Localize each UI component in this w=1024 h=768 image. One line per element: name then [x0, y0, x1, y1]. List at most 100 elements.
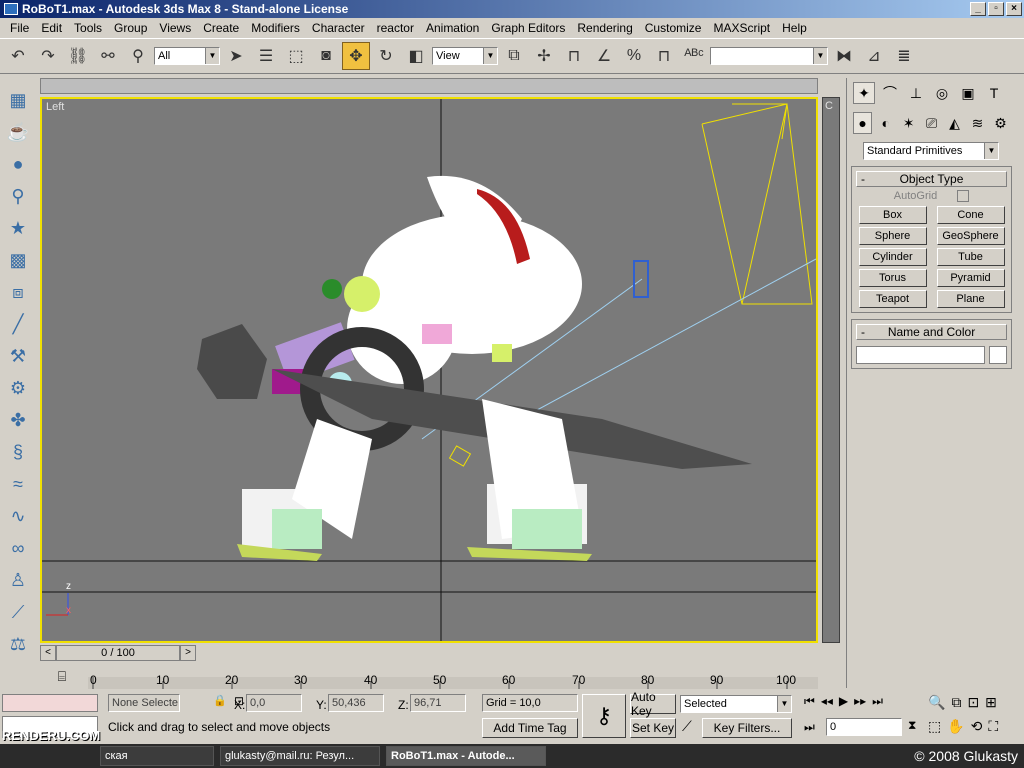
taskbar-item[interactable]: ская [100, 746, 214, 766]
autogrid-checkbox[interactable] [957, 190, 970, 202]
viewport-camera-partial[interactable]: C [822, 97, 840, 643]
taskbar-item-mail[interactable]: glukasty@mail.ru: Резул... [220, 746, 380, 766]
spring-tab-icon[interactable]: § [4, 438, 32, 466]
teapot-tab-icon[interactable]: ☕ [4, 118, 32, 146]
menu-customize[interactable]: Customize [639, 21, 708, 35]
objects-tab-icon[interactable]: ▦ [4, 86, 32, 114]
menu-help[interactable]: Help [776, 21, 813, 35]
torus-button[interactable]: Torus [858, 269, 927, 287]
biped-tab-icon[interactable]: ♙ [4, 566, 32, 594]
zoom-extents-icon[interactable]: ⊡ [967, 694, 979, 711]
set-key-icon[interactable]: ⚷ [582, 694, 626, 738]
fan-tab-icon[interactable]: ✤ [4, 406, 32, 434]
time-slider[interactable]: 0 / 100 [56, 645, 180, 661]
zoom-region-icon[interactable]: ⬚ [928, 718, 941, 735]
angle-snap-icon[interactable]: ∠ [590, 42, 618, 70]
menu-edit[interactable]: Edit [35, 21, 68, 35]
cameras-icon[interactable]: ⎚ [922, 112, 941, 134]
arc-rotate-icon[interactable]: ⟲ [971, 718, 983, 735]
mirror-icon[interactable]: ⧓ [830, 42, 858, 70]
cylinder-button[interactable]: Cylinder [858, 248, 927, 266]
cone-button[interactable]: Cone [936, 206, 1005, 224]
menu-animation[interactable]: Animation [420, 21, 485, 35]
display-tab-icon[interactable]: ▣ [957, 82, 979, 104]
menu-maxscript[interactable]: MAXScript [707, 21, 776, 35]
reference-coordinate-select[interactable]: View ▼ [432, 47, 498, 65]
shapes-icon[interactable]: ◐ [876, 112, 895, 134]
menu-group[interactable]: Group [108, 21, 153, 35]
lights-tab-icon[interactable]: ⚲ [4, 182, 32, 210]
zoom-all-icon[interactable]: ⧉ [951, 694, 961, 711]
key-tangent-icon[interactable]: ⟋ [682, 718, 692, 735]
tube-tab-icon[interactable]: ╱ [4, 310, 32, 338]
undo-icon[interactable]: ↶ [4, 42, 32, 70]
create-tab-icon[interactable]: ✦ [853, 82, 875, 104]
star-tab-icon[interactable]: ★ [4, 214, 32, 242]
time-prev-icon[interactable]: < [40, 645, 56, 661]
z-field[interactable]: 96,71 [410, 694, 466, 712]
spinner-snap-icon[interactable]: ⊓ [650, 42, 678, 70]
menu-modifiers[interactable]: Modifiers [245, 21, 306, 35]
menu-rendering[interactable]: Rendering [571, 21, 638, 35]
teapot-button[interactable]: Teapot [858, 290, 927, 308]
spacewarps-icon[interactable]: ≋ [968, 112, 987, 134]
close-button[interactable]: × [1006, 2, 1022, 16]
menu-create[interactable]: Create [197, 21, 245, 35]
pan-icon[interactable]: ✋ [947, 718, 964, 735]
selection-filter-select[interactable]: All ▼ [154, 47, 220, 65]
select-object-icon[interactable]: ➤ [222, 42, 250, 70]
motion-tab-icon[interactable]: ◎ [931, 82, 953, 104]
material-tab-icon[interactable]: ▩ [4, 246, 32, 274]
key-filters-button[interactable]: Key Filters... [702, 718, 792, 738]
add-time-tag-button[interactable]: Add Time Tag [482, 718, 578, 738]
y-field[interactable]: 50,436 [328, 694, 384, 712]
layer-manager-icon[interactable]: ≣ [890, 42, 918, 70]
edit-named-selection-icon[interactable]: ᴬᴮᶜ [680, 42, 708, 70]
manipulate-icon[interactable]: ✢ [530, 42, 558, 70]
select-by-name-icon[interactable]: ☰ [252, 42, 280, 70]
auto-key-button[interactable]: Auto Key [630, 690, 676, 718]
menu-views[interactable]: Views [153, 21, 197, 35]
track-bar[interactable]: 0 10 20 30 40 50 60 70 80 90 100 [88, 663, 818, 691]
key-mode-toggle-icon[interactable]: ⏭ [804, 720, 815, 735]
set-key-button[interactable]: Set Key [630, 718, 676, 738]
box-button[interactable]: Box [858, 206, 927, 224]
maxscript-listener-pink[interactable] [2, 694, 98, 712]
sphere-button[interactable]: Sphere [858, 227, 927, 245]
hierarchy-tab-icon[interactable]: ⊥ [905, 82, 927, 104]
current-frame-field[interactable]: 0 [826, 718, 902, 736]
tube-button[interactable]: Tube [936, 248, 1005, 266]
curve-editor-icon[interactable]: ⌸ [50, 668, 74, 686]
menu-graph-editors[interactable]: Graph Editors [485, 21, 571, 35]
menu-tools[interactable]: Tools [68, 21, 108, 35]
knot-tab-icon[interactable]: ∞ [4, 534, 32, 562]
sphere-tab-icon[interactable]: ● [4, 150, 32, 178]
zoom-extents-all-icon[interactable]: ⊞ [985, 694, 997, 711]
utilities-tab-icon[interactable]: T [983, 82, 1005, 104]
hammer-tab-icon[interactable]: ⚒ [4, 342, 32, 370]
stack-tab-icon[interactable]: ⧈ [4, 278, 32, 306]
redo-icon[interactable]: ↷ [34, 42, 62, 70]
window-crossing-icon[interactable]: ◙ [312, 42, 340, 70]
time-next-icon[interactable]: > [180, 645, 196, 661]
lock-icon[interactable]: 🔒 [212, 694, 228, 712]
next-frame-icon[interactable]: ▸▸ [854, 694, 866, 709]
move-icon[interactable]: ✥ [342, 42, 370, 70]
plane-button[interactable]: Plane [936, 290, 1005, 308]
lights-icon[interactable]: ✶ [899, 112, 918, 134]
minimize-button[interactable]: _ [970, 2, 986, 16]
wave-tab-icon[interactable]: ∿ [4, 502, 32, 530]
object-name-field[interactable] [856, 346, 986, 364]
go-to-end-icon[interactable]: ⏭ [872, 694, 883, 709]
wind-tab-icon[interactable]: ≈ [4, 470, 32, 498]
key-mode-select[interactable]: Selected ▼ [680, 695, 792, 713]
bone-tab-icon[interactable]: ⟋ [4, 598, 32, 626]
geosphere-button[interactable]: GeoSphere [936, 227, 1005, 245]
snap-toggle-icon[interactable]: ⊓ [560, 42, 588, 70]
scale-icon[interactable]: ◧ [402, 42, 430, 70]
unlink-icon[interactable]: ⚯ [94, 42, 122, 70]
menu-reactor[interactable]: reactor [371, 21, 420, 35]
bind-space-warp-icon[interactable]: ⚲ [124, 42, 152, 70]
percent-snap-icon[interactable]: % [620, 42, 648, 70]
time-config-icon[interactable]: ⧗ [908, 718, 916, 733]
